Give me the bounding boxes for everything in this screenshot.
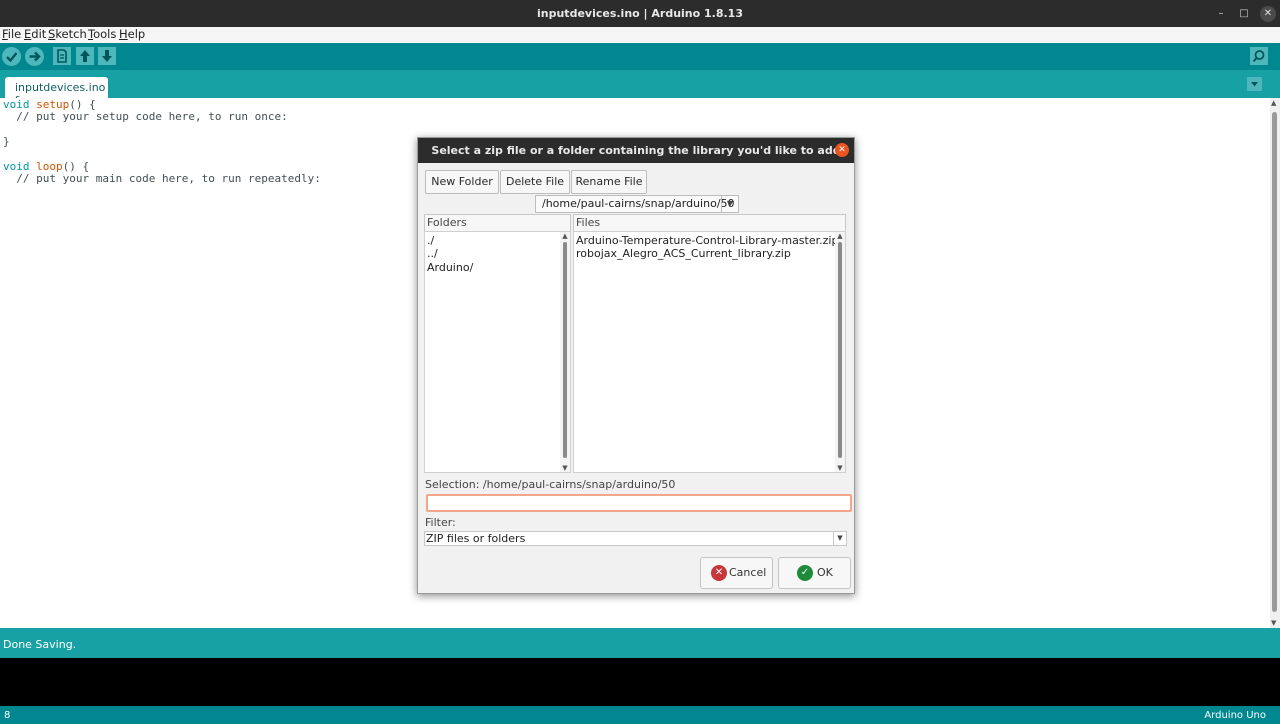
- code-line: // put your setup code here, to run once…: [3, 110, 288, 123]
- folders-list[interactable]: ./ ../ Arduino/ ▲ ▼: [424, 231, 571, 473]
- path-value: /home/paul-cairns/snap/arduino/50: [542, 197, 735, 210]
- footer-bar: 8 Arduino Uno: [0, 706, 1280, 724]
- file-item[interactable]: Arduino-Temperature-Control-Library-mast…: [576, 234, 838, 247]
- upload-icon: [29, 51, 41, 62]
- open-button[interactable]: [76, 47, 94, 65]
- selection-label: Selection: /home/paul-cairns/snap/arduin…: [425, 478, 676, 491]
- maximize-icon[interactable]: □: [1236, 6, 1252, 22]
- minimize-icon[interactable]: –: [1213, 6, 1229, 22]
- filter-value: ZIP files or folders: [426, 532, 526, 545]
- path-dropdown[interactable]: /home/paul-cairns/snap/arduino/50 ▼: [535, 195, 739, 213]
- console-output[interactable]: [0, 658, 1280, 706]
- chevron-down-icon: [1251, 82, 1258, 87]
- filter-dropdown[interactable]: ZIP files or folders ▼: [424, 531, 847, 546]
- serial-monitor-icon: [1252, 50, 1265, 63]
- editor-scrollbar[interactable]: ▲ ▼: [1270, 98, 1280, 628]
- window-title: inputdevices.ino | Arduino 1.8.13: [537, 7, 743, 20]
- file-item[interactable]: robojax_Alegro_ACS_Current_library.zip: [576, 247, 791, 260]
- files-header: Files: [573, 214, 846, 232]
- tab-bar: inputdevices.ino §: [0, 70, 1280, 107]
- dialog-close-icon[interactable]: ✕: [835, 143, 849, 157]
- close-icon[interactable]: ✕: [1260, 6, 1276, 22]
- tab-menu-button[interactable]: [1247, 77, 1262, 91]
- cancel-icon: ✕: [711, 565, 727, 581]
- title-bar: inputdevices.ino | Arduino 1.8.13 – □ ✕: [0, 0, 1280, 27]
- filter-label: Filter:: [425, 516, 456, 529]
- menu-help[interactable]: Help: [119, 27, 145, 41]
- status-message: Done Saving.: [3, 638, 77, 651]
- line-number: 8: [4, 710, 11, 721]
- code-line: }: [3, 135, 10, 148]
- verify-icon: [6, 52, 18, 63]
- menu-edit[interactable]: Edit: [24, 27, 46, 41]
- open-icon: [80, 50, 90, 62]
- code-line: // put your main code here, to run repea…: [3, 172, 321, 185]
- save-icon: [102, 50, 112, 62]
- folders-header: Folders: [424, 214, 571, 232]
- toolbar: [0, 43, 1280, 70]
- selection-input[interactable]: [426, 494, 852, 512]
- tab-inputdevices[interactable]: inputdevices.ino §: [5, 77, 108, 107]
- menu-file[interactable]: File: [2, 27, 21, 41]
- chevron-down-icon: ▼: [721, 196, 738, 212]
- cancel-button[interactable]: ✕ Cancel: [700, 557, 773, 589]
- delete-file-button[interactable]: Delete File: [500, 170, 570, 194]
- files-scrollbar[interactable]: ▲ ▼: [835, 232, 845, 472]
- folders-scrollbar[interactable]: ▲ ▼: [560, 232, 570, 472]
- chevron-down-icon: ▼: [833, 532, 846, 545]
- serial-monitor-button[interactable]: [1250, 47, 1268, 65]
- folder-item[interactable]: Arduino/: [427, 261, 473, 274]
- scroll-down-icon[interactable]: ▼: [1271, 619, 1276, 627]
- board-name: Arduino Uno: [1204, 710, 1266, 721]
- new-sketch-button[interactable]: [53, 47, 71, 65]
- menu-bar: File Edit Sketch Tools Help: [0, 27, 1280, 43]
- files-list[interactable]: Arduino-Temperature-Control-Library-mast…: [573, 231, 846, 473]
- menu-sketch[interactable]: Sketch: [48, 27, 87, 41]
- editor-scroll-thumb[interactable]: [1272, 112, 1277, 612]
- dialog-title-bar: Select a zip file or a folder containing…: [418, 138, 854, 163]
- add-library-dialog: Select a zip file or a folder containing…: [417, 137, 855, 594]
- ok-button[interactable]: ✓ OK: [778, 557, 851, 589]
- upload-button[interactable]: [25, 47, 44, 66]
- status-bar: Done Saving.: [0, 628, 1280, 658]
- dialog-title: Select a zip file or a folder containing…: [431, 144, 841, 157]
- folder-item[interactable]: ./: [427, 234, 434, 247]
- new-icon: [57, 49, 67, 63]
- save-button[interactable]: [98, 47, 116, 65]
- folder-item[interactable]: ../: [427, 247, 438, 260]
- rename-file-button[interactable]: Rename File: [571, 170, 647, 194]
- menu-tools[interactable]: Tools: [88, 27, 116, 41]
- new-folder-button[interactable]: New Folder: [425, 170, 499, 194]
- check-icon: ✓: [797, 565, 813, 581]
- scroll-up-icon[interactable]: ▲: [1271, 99, 1276, 107]
- verify-button[interactable]: [2, 47, 21, 66]
